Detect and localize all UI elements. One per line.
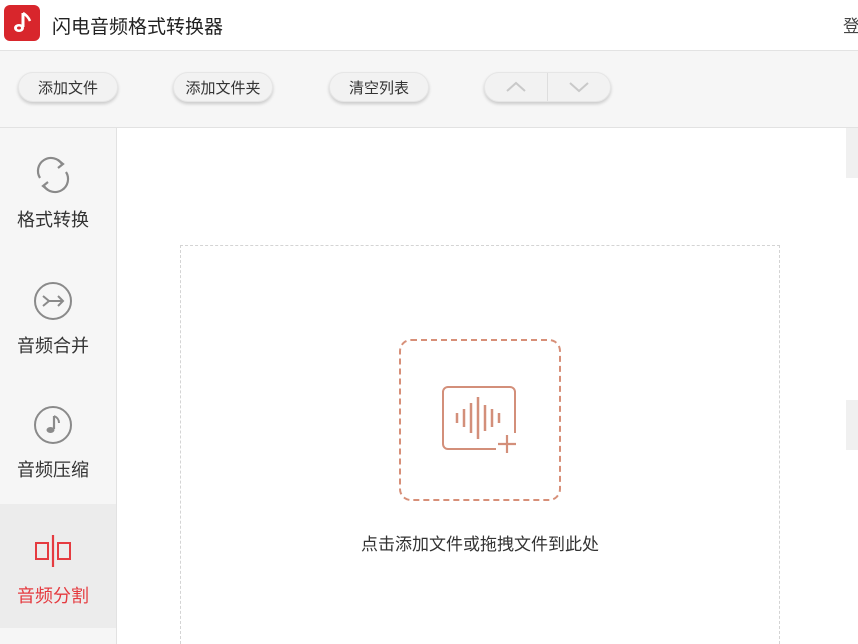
split-icon	[35, 535, 71, 567]
merge-icon	[34, 282, 72, 320]
music-note-icon	[34, 406, 72, 444]
sidebar: 格式转换 音频合并 音频压缩 音频分割	[0, 128, 117, 644]
move-buttons-group	[484, 72, 611, 102]
add-file-button[interactable]: 添加文件	[18, 72, 118, 102]
move-down-button[interactable]	[548, 73, 610, 101]
sidebar-item-audio-merge[interactable]: 音频合并	[0, 254, 116, 378]
app-logo-icon	[4, 5, 40, 41]
chevron-down-icon	[569, 82, 589, 93]
audio-add-icon	[442, 386, 518, 455]
sidebar-item-label: 音频合并	[17, 336, 89, 357]
login-link[interactable]: 登	[843, 12, 858, 37]
add-audio-button[interactable]	[399, 339, 561, 501]
clear-list-button[interactable]: 清空列表	[329, 72, 429, 102]
sidebar-item-label: 音频分割	[17, 586, 89, 607]
add-folder-button[interactable]: 添加文件夹	[173, 72, 273, 102]
toolbar: 添加文件 添加文件夹 清空列表	[0, 51, 858, 128]
app-title: 闪电音频格式转换器	[52, 16, 224, 38]
refresh-icon	[36, 156, 70, 194]
right-edge-panel	[846, 400, 858, 450]
title-bar: 闪电音频格式转换器 登	[0, 0, 858, 51]
sidebar-item-audio-split[interactable]: 音频分割	[0, 504, 116, 628]
move-up-button[interactable]	[485, 73, 548, 101]
sidebar-item-label: 音频压缩	[17, 460, 89, 481]
sidebar-item-format-convert[interactable]: 格式转换	[0, 128, 116, 252]
sidebar-item-audio-compress[interactable]: 音频压缩	[0, 378, 116, 502]
chevron-up-icon	[506, 81, 526, 92]
sidebar-item-label: 格式转换	[17, 210, 89, 231]
right-edge-panel	[846, 128, 858, 178]
drop-hint-text: 点击添加文件或拖拽文件到此处	[361, 535, 599, 555]
